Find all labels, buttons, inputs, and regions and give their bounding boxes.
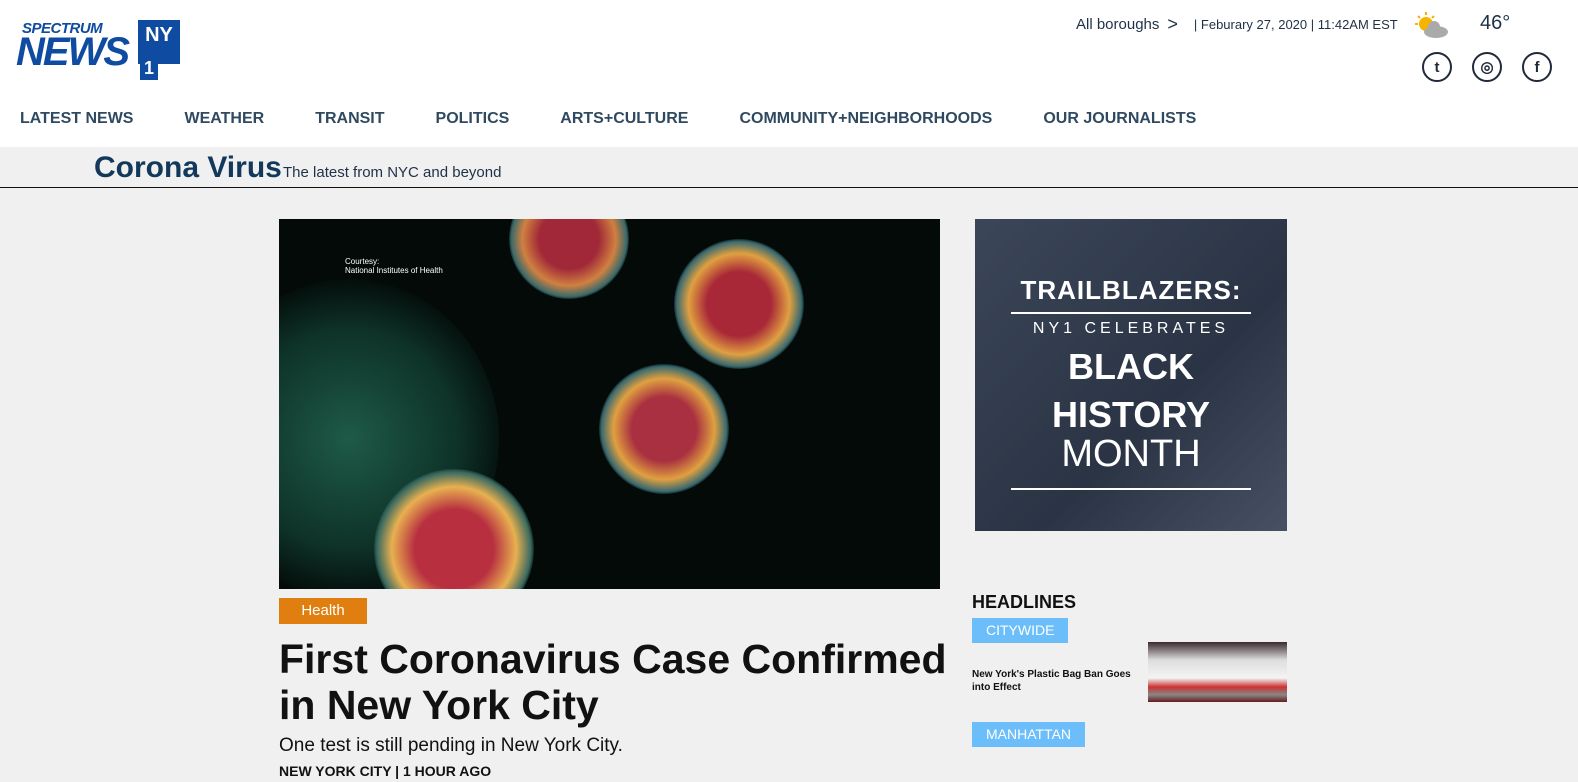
ad-text: MONTH: [1061, 433, 1201, 475]
story-thumbnail[interactable]: [1148, 642, 1287, 702]
ad-text: NY1 CELEBRATES: [1032, 320, 1230, 337]
section-banner: Corona Virus The latest from NYC and bey…: [0, 147, 1578, 188]
category-tag[interactable]: Health: [279, 598, 367, 624]
nav-politics[interactable]: POLITICS: [436, 110, 510, 128]
main-nav: LATEST NEWS WEATHER TRANSIT POLITICS ART…: [20, 110, 1247, 128]
section-title: Corona Virus: [94, 151, 282, 184]
image-credit: Courtesy: National Institutes of Health: [345, 257, 443, 275]
ad-text: HISTORY: [1051, 394, 1211, 435]
nav-latest-news[interactable]: LATEST NEWS: [20, 110, 133, 128]
date-time: | Feburary 27, 2020 | 11:42AM EST: [1193, 17, 1398, 32]
black-history-month-ad[interactable]: TRAILBLAZERS: NY1 CELEBRATES BLACK HISTO…: [975, 219, 1287, 531]
temperature: 46°: [1480, 12, 1511, 34]
section-subtitle: The latest from NYC and beyond: [283, 164, 502, 181]
article-hero-image[interactable]: Courtesy: National Institutes of Health: [279, 219, 940, 589]
site-header: SPECTRUM NEWS NY 1 All boroughs > | Febu…: [0, 0, 1578, 147]
headlines-heading: HEADLINES: [972, 592, 1077, 612]
article-title[interactable]: First Coronavirus Case Confirmed in New …: [279, 636, 959, 728]
headline-story-link[interactable]: New York's Plastic Bag Ban Goes into Eff…: [972, 668, 1147, 694]
nav-transit[interactable]: TRANSIT: [315, 110, 384, 128]
nav-our-journalists[interactable]: OUR JOURNALISTS: [1043, 110, 1196, 128]
section-citywide[interactable]: CITYWIDE: [972, 618, 1069, 643]
instagram-icon[interactable]: ◎: [1472, 52, 1502, 82]
section-manhattan[interactable]: MANHATTAN: [972, 722, 1086, 747]
logo-one: 1: [140, 58, 158, 80]
all-boroughs-link[interactable]: All boroughs: [1076, 16, 1159, 33]
nav-arts-culture[interactable]: ARTS+CULTURE: [560, 110, 688, 128]
chevron-right-icon[interactable]: >: [1167, 14, 1178, 35]
nav-weather[interactable]: WEATHER: [184, 110, 264, 128]
divider: [1011, 312, 1251, 314]
partly-cloudy-icon: [1412, 10, 1450, 40]
divider: [1011, 488, 1251, 490]
ad-text: BLACK: [1068, 346, 1194, 387]
twitter-icon[interactable]: t: [1422, 52, 1452, 82]
article-subtitle: One test is still pending in New York Ci…: [279, 735, 623, 756]
ad-text: TRAILBLAZERS:: [1020, 275, 1242, 305]
article-meta: NEW YORK CITY | 1 HOUR AGO: [279, 763, 492, 779]
nav-community[interactable]: COMMUNITY+NEIGHBORHOODS: [739, 110, 992, 128]
spectrum-news-ny1-logo[interactable]: SPECTRUM NEWS NY 1: [16, 18, 181, 80]
facebook-icon[interactable]: f: [1522, 52, 1552, 82]
logo-text: NEWS: [16, 30, 130, 74]
